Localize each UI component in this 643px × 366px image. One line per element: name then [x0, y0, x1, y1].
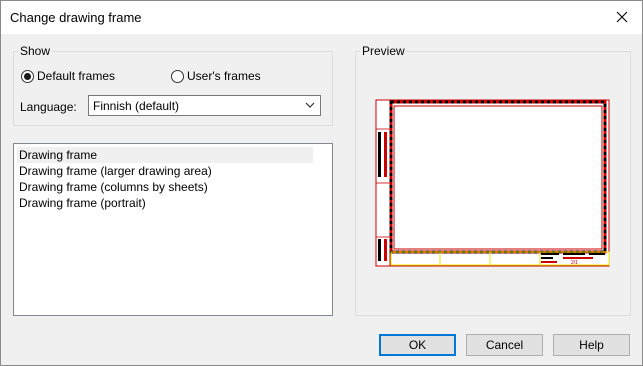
language-label: Language: — [20, 100, 77, 114]
title-block-text: 2/1 — [571, 260, 578, 266]
ok-button[interactable]: OK — [379, 334, 456, 356]
default-frames-label: Default frames — [37, 69, 116, 83]
dialog-window: Change drawing frame Show Default frames… — [0, 0, 643, 366]
list-item-larger-area[interactable]: Drawing frame (larger drawing area) — [17, 163, 313, 179]
close-icon — [616, 11, 628, 23]
user-frames-radio[interactable]: User's frames — [171, 69, 261, 83]
radio-unchecked-icon — [171, 69, 184, 83]
default-frames-radio[interactable]: Default frames — [21, 69, 115, 83]
chevron-down-icon — [305, 102, 315, 108]
preview-group-legend: Preview — [362, 44, 405, 58]
radio-checked-icon — [21, 69, 34, 83]
list-item-portrait[interactable]: Drawing frame (portrait) — [17, 195, 313, 211]
frames-listbox[interactable]: Drawing frame Drawing frame (larger draw… — [13, 143, 333, 316]
list-item-columns-by-sheets[interactable]: Drawing frame (columns by sheets) — [17, 179, 313, 195]
language-select[interactable]: Finnish (default) — [88, 95, 321, 116]
list-item-drawing-frame[interactable]: Drawing frame — [17, 147, 313, 163]
dialog-title: Change drawing frame — [10, 10, 142, 25]
help-button[interactable]: Help — [553, 334, 630, 356]
language-value: Finnish (default) — [93, 98, 180, 113]
title-bar: Change drawing frame — [1, 1, 642, 34]
close-button[interactable] — [608, 5, 636, 29]
cancel-button[interactable]: Cancel — [466, 334, 543, 356]
show-group-legend: Show — [20, 44, 51, 58]
user-frames-label: User's frames — [187, 69, 261, 83]
frame-preview: 2/1 — [375, 99, 610, 267]
